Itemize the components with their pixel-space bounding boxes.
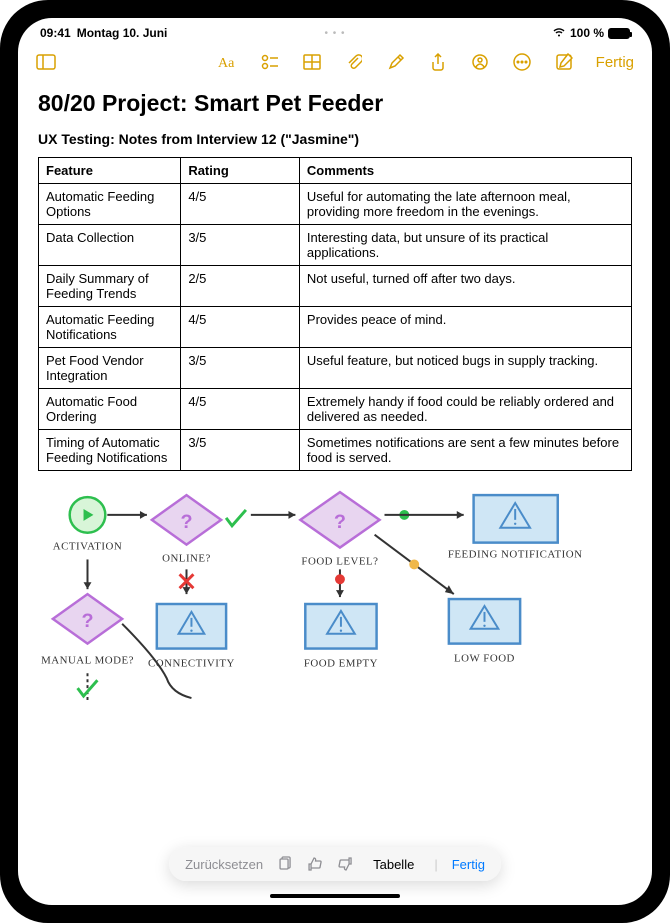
cell-rating: 3/5 — [181, 348, 300, 389]
cell-rating: 4/5 — [181, 307, 300, 348]
svg-text:Low Food: Low Food — [454, 652, 515, 664]
battery-percent: 100 % — [570, 26, 604, 40]
done-button[interactable]: Fertig — [596, 54, 634, 71]
cell-comments: Interesting data, but unsure of its prac… — [299, 225, 631, 266]
cell-rating: 2/5 — [181, 266, 300, 307]
sidebar-toggle-icon[interactable] — [36, 52, 56, 72]
feedback-table[interactable]: Feature Rating Comments Automatic Feedin… — [38, 157, 632, 471]
flowchart-sketch[interactable]: Activation ? Online? — [38, 479, 632, 729]
action-label: Tabelle — [367, 857, 420, 872]
reset-button[interactable]: Zurücksetzen — [185, 857, 263, 872]
battery-icon — [608, 28, 630, 39]
svg-text:?: ? — [180, 511, 192, 533]
action-bar: Zurücksetzen Tabelle | Fertig — [169, 847, 501, 881]
cell-feature: Timing of Automatic Feeding Notification… — [39, 430, 181, 471]
svg-text:Aa: Aa — [218, 56, 235, 71]
compose-icon[interactable] — [554, 52, 574, 72]
cell-feature: Daily Summary of Feeding Trends — [39, 266, 181, 307]
copy-icon[interactable] — [277, 856, 293, 872]
table-header-row: Feature Rating Comments — [39, 158, 632, 184]
cell-comments: Not useful, turned off after two days. — [299, 266, 631, 307]
th-feature: Feature — [39, 158, 181, 184]
more-icon[interactable] — [512, 52, 532, 72]
thumbs-down-icon[interactable] — [337, 856, 353, 872]
text-format-icon[interactable]: Aa — [218, 52, 238, 72]
share-icon[interactable] — [428, 52, 448, 72]
table-row[interactable]: Automatic Feeding Options4/5Useful for a… — [39, 184, 632, 225]
table-row[interactable]: Pet Food Vendor Integration3/5Useful fea… — [39, 348, 632, 389]
cell-feature: Automatic Feeding Options — [39, 184, 181, 225]
table-icon[interactable] — [302, 52, 322, 72]
action-done-button[interactable]: Fertig — [452, 857, 485, 872]
table-row[interactable]: Daily Summary of Feeding Trends2/5Not us… — [39, 266, 632, 307]
cell-rating: 4/5 — [181, 389, 300, 430]
collaborate-icon[interactable] — [470, 52, 490, 72]
cell-comments: Sometimes notifications are sent a few m… — [299, 430, 631, 471]
checklist-icon[interactable] — [260, 52, 280, 72]
status-date: Montag 10. Juni — [77, 26, 168, 40]
table-row[interactable]: Data Collection3/5Interesting data, but … — [39, 225, 632, 266]
svg-text:?: ? — [81, 610, 93, 632]
table-row[interactable]: Automatic Food Ordering4/5Extremely hand… — [39, 389, 632, 430]
home-indicator[interactable] — [270, 894, 400, 898]
svg-text:Connectivity: Connectivity — [148, 657, 235, 669]
cell-comments: Provides peace of mind. — [299, 307, 631, 348]
attachment-icon[interactable] — [344, 52, 364, 72]
cell-rating: 3/5 — [181, 225, 300, 266]
svg-text:Online?: Online? — [162, 552, 211, 564]
th-rating: Rating — [181, 158, 300, 184]
th-comments: Comments — [299, 158, 631, 184]
svg-text:?: ? — [334, 511, 346, 533]
note-subtitle: UX Testing: Notes from Interview 12 ("Ja… — [38, 131, 632, 147]
cell-feature: Automatic Food Ordering — [39, 389, 181, 430]
svg-text:Feeding Notification: Feeding Notification — [448, 548, 583, 560]
svg-text:Activation: Activation — [53, 541, 122, 553]
cell-feature: Pet Food Vendor Integration — [39, 348, 181, 389]
note-title: 80/20 Project: Smart Pet Feeder — [38, 90, 632, 117]
wifi-icon — [552, 26, 566, 40]
status-time: 09:41 — [40, 26, 71, 40]
svg-text:Food Level?: Food Level? — [301, 555, 378, 567]
table-row[interactable]: Timing of Automatic Feeding Notification… — [39, 430, 632, 471]
table-row[interactable]: Automatic Feeding Notifications4/5Provid… — [39, 307, 632, 348]
cell-comments: Extremely handy if food could be reliabl… — [299, 389, 631, 430]
cell-rating: 3/5 — [181, 430, 300, 471]
thumbs-up-icon[interactable] — [307, 856, 323, 872]
cell-feature: Automatic Feeding Notifications — [39, 307, 181, 348]
toolbar: Aa — [18, 42, 652, 82]
note-content[interactable]: 80/20 Project: Smart Pet Feeder UX Testi… — [18, 82, 652, 729]
cell-comments: Useful for automating the late afternoon… — [299, 184, 631, 225]
svg-text:Food Empty: Food Empty — [304, 657, 378, 669]
markup-icon[interactable] — [386, 52, 406, 72]
svg-text:Manual Mode?: Manual Mode? — [41, 654, 134, 666]
cell-feature: Data Collection — [39, 225, 181, 266]
cell-rating: 4/5 — [181, 184, 300, 225]
cell-comments: Useful feature, but noticed bugs in supp… — [299, 348, 631, 389]
multitask-indicator[interactable]: • • • — [324, 28, 345, 39]
